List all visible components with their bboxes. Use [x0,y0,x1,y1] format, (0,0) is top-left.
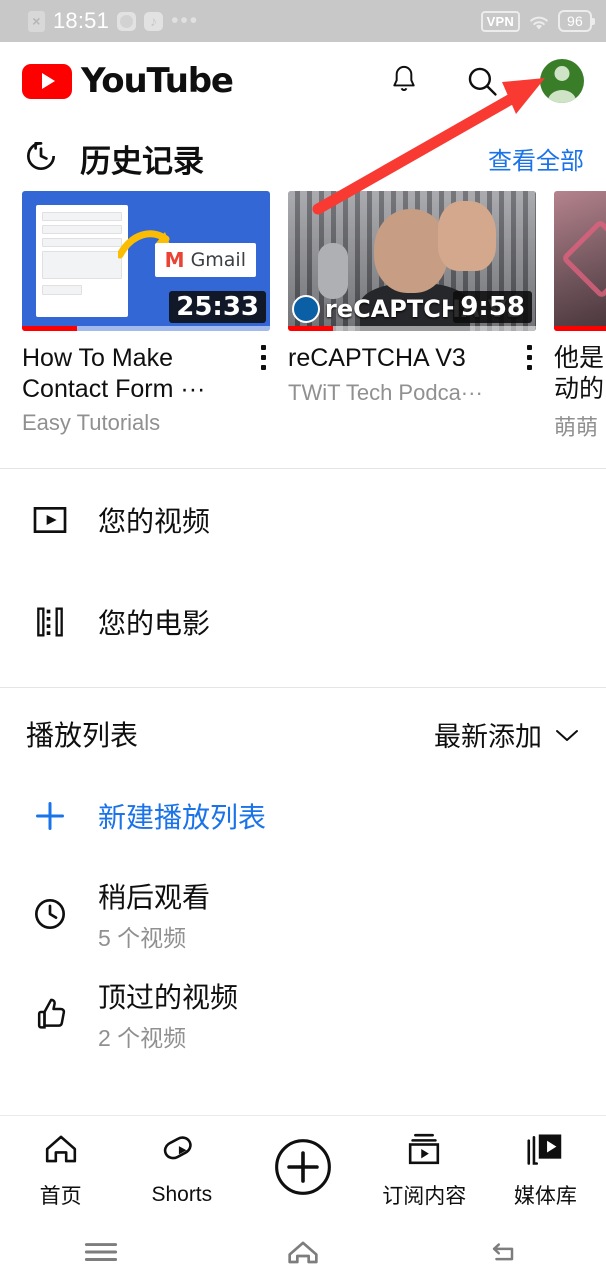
video-overflow-menu-icon[interactable] [251,343,270,436]
vpn-badge-icon: VPN [480,10,521,32]
video-title-line2[interactable]: 动的 [554,374,604,405]
home-icon[interactable] [202,1237,404,1267]
youtube-wordmark: YouTube [81,61,234,101]
thumbs-up-icon [30,994,84,1034]
home-icon [40,1130,82,1173]
close-badge-icon: × [28,10,45,32]
bottom-nav-subscriptions[interactable]: 订阅内容 [364,1130,485,1210]
video-channel[interactable]: 萌萌 [554,404,604,442]
status-overflow-icon: ••• [171,9,200,32]
video-meta: 他是 动的 萌萌 [554,331,606,442]
app-notification-icon-2: ♪ [144,11,164,31]
playlists-title: 播放列表 [26,720,139,751]
account-avatar[interactable] [540,59,584,103]
library-row-label: 您的视频 [98,506,211,537]
app-notification-icon-1 [117,11,137,31]
video-duration: 25:33 [169,291,266,323]
playlists-sort-button[interactable]: 最新添加 [434,715,580,754]
video-title[interactable]: 他是 [554,343,604,374]
history-clock-icon [22,137,60,180]
status-bar-left: × 18:51 ♪ ••• [28,8,199,34]
battery-level: 96 [558,10,595,32]
youtube-play-icon [22,63,72,99]
youtube-library-screen: × 18:51 ♪ ••• VPN 96 YouTube 历史记录 查看全部 M… [0,0,606,1280]
play-box-icon [30,500,84,540]
bottom-nav-home[interactable]: 首页 [0,1130,121,1210]
video-card[interactable]: reCAPTCHA V3 9:58 reCAPTCHA V3 TWiT Tech… [288,191,536,442]
create-playlist-label: 新建播放列表 [98,802,267,833]
clock-icon [30,894,84,934]
wifi-icon [528,13,550,30]
plus-icon [30,796,84,836]
playlists-sort-label: 最新添加 [434,721,542,752]
bottom-nav-label: 媒体库 [513,1184,577,1208]
bottom-nav-label: Shorts [151,1182,213,1206]
avatar-body [548,90,576,103]
video-meta: reCAPTCHA V3 TWiT Tech Podca··· [288,331,536,406]
back-icon[interactable] [404,1238,606,1266]
video-card[interactable]: 他是 动的 萌萌 [554,191,606,442]
app-header: YouTube [0,42,606,120]
bell-icon[interactable] [384,61,424,101]
video-title[interactable]: How To Make Contact Form ··· [22,343,251,404]
watch-progress-bar [554,326,606,331]
bottom-nav-create[interactable] [242,1136,363,1203]
video-thumbnail[interactable] [554,191,606,331]
search-icon[interactable] [462,61,502,101]
history-shelf[interactable]: M Gmail 25:33 How To Make Contact Form ·… [0,191,606,442]
youtube-logo[interactable]: YouTube [22,61,234,101]
library-row-label: 您的电影 [98,608,211,639]
video-channel[interactable]: Easy Tutorials [22,404,251,436]
create-plus-icon [272,1136,334,1203]
avatar-head [554,66,570,81]
watch-progress-bar [22,326,270,331]
playlist-video-count: 2 个视频 [98,1024,187,1051]
watch-progress-bar [288,326,536,331]
video-card[interactable]: M Gmail 25:33 How To Make Contact Form ·… [22,191,270,442]
playlist-row-liked-videos[interactable]: 顶过的视频 2 个视频 [0,964,606,1064]
film-strip-icon [30,602,84,642]
library-row-your-videos[interactable]: 您的视频 [0,469,606,571]
see-all-link[interactable]: 查看全部 [488,141,584,176]
bottom-nav-library[interactable]: 媒体库 [485,1130,606,1210]
subscriptions-icon [403,1130,445,1173]
bottom-nav-label: 首页 [39,1184,82,1208]
page-title: 历史记录 [80,144,204,180]
status-bar-right: VPN 96 [480,10,595,32]
video-thumbnail[interactable]: M Gmail 25:33 [22,191,270,331]
gmail-mark: M [164,248,185,272]
video-thumbnail[interactable]: reCAPTCHA V3 9:58 [288,191,536,331]
library-row-your-movies[interactable]: 您的电影 [0,571,606,673]
video-channel[interactable]: TWiT Tech Podca··· [288,374,483,406]
playlist-label: 稍后观看 [98,881,211,913]
library-icon [524,1130,566,1173]
status-time: 18:51 [53,8,110,33]
app-header-actions [384,59,584,103]
recents-icon[interactable] [0,1239,202,1265]
status-bar: × 18:51 ♪ ••• VPN 96 [0,0,606,42]
playlists-header: 播放列表 最新添加 [0,688,606,768]
gmail-label: Gmail [190,249,246,271]
playlist-label: 顶过的视频 [98,981,239,1013]
thumbnail-gmail-badge: M Gmail [154,243,256,277]
video-meta: How To Make Contact Form ··· Easy Tutori… [22,331,270,436]
playlist-row-watch-later[interactable]: 稍后观看 5 个视频 [0,864,606,964]
playlist-video-count: 5 个视频 [98,924,187,951]
android-navigation-bar [0,1223,606,1280]
chevron-down-icon [554,719,580,750]
shorts-icon [161,1133,203,1176]
bottom-navigation: 首页 Shorts 订阅内容 媒体库 [0,1115,606,1223]
thumbnail-form-graphic [36,205,128,317]
history-header: 历史记录 查看全部 [0,120,606,191]
video-duration: 9:58 [453,291,532,323]
bottom-nav-shorts[interactable]: Shorts [121,1133,242,1207]
create-playlist-row[interactable]: 新建播放列表 [0,768,606,864]
video-title[interactable]: reCAPTCHA V3 [288,343,483,374]
video-overflow-menu-icon[interactable] [517,343,536,406]
bottom-nav-label: 订阅内容 [382,1184,467,1208]
